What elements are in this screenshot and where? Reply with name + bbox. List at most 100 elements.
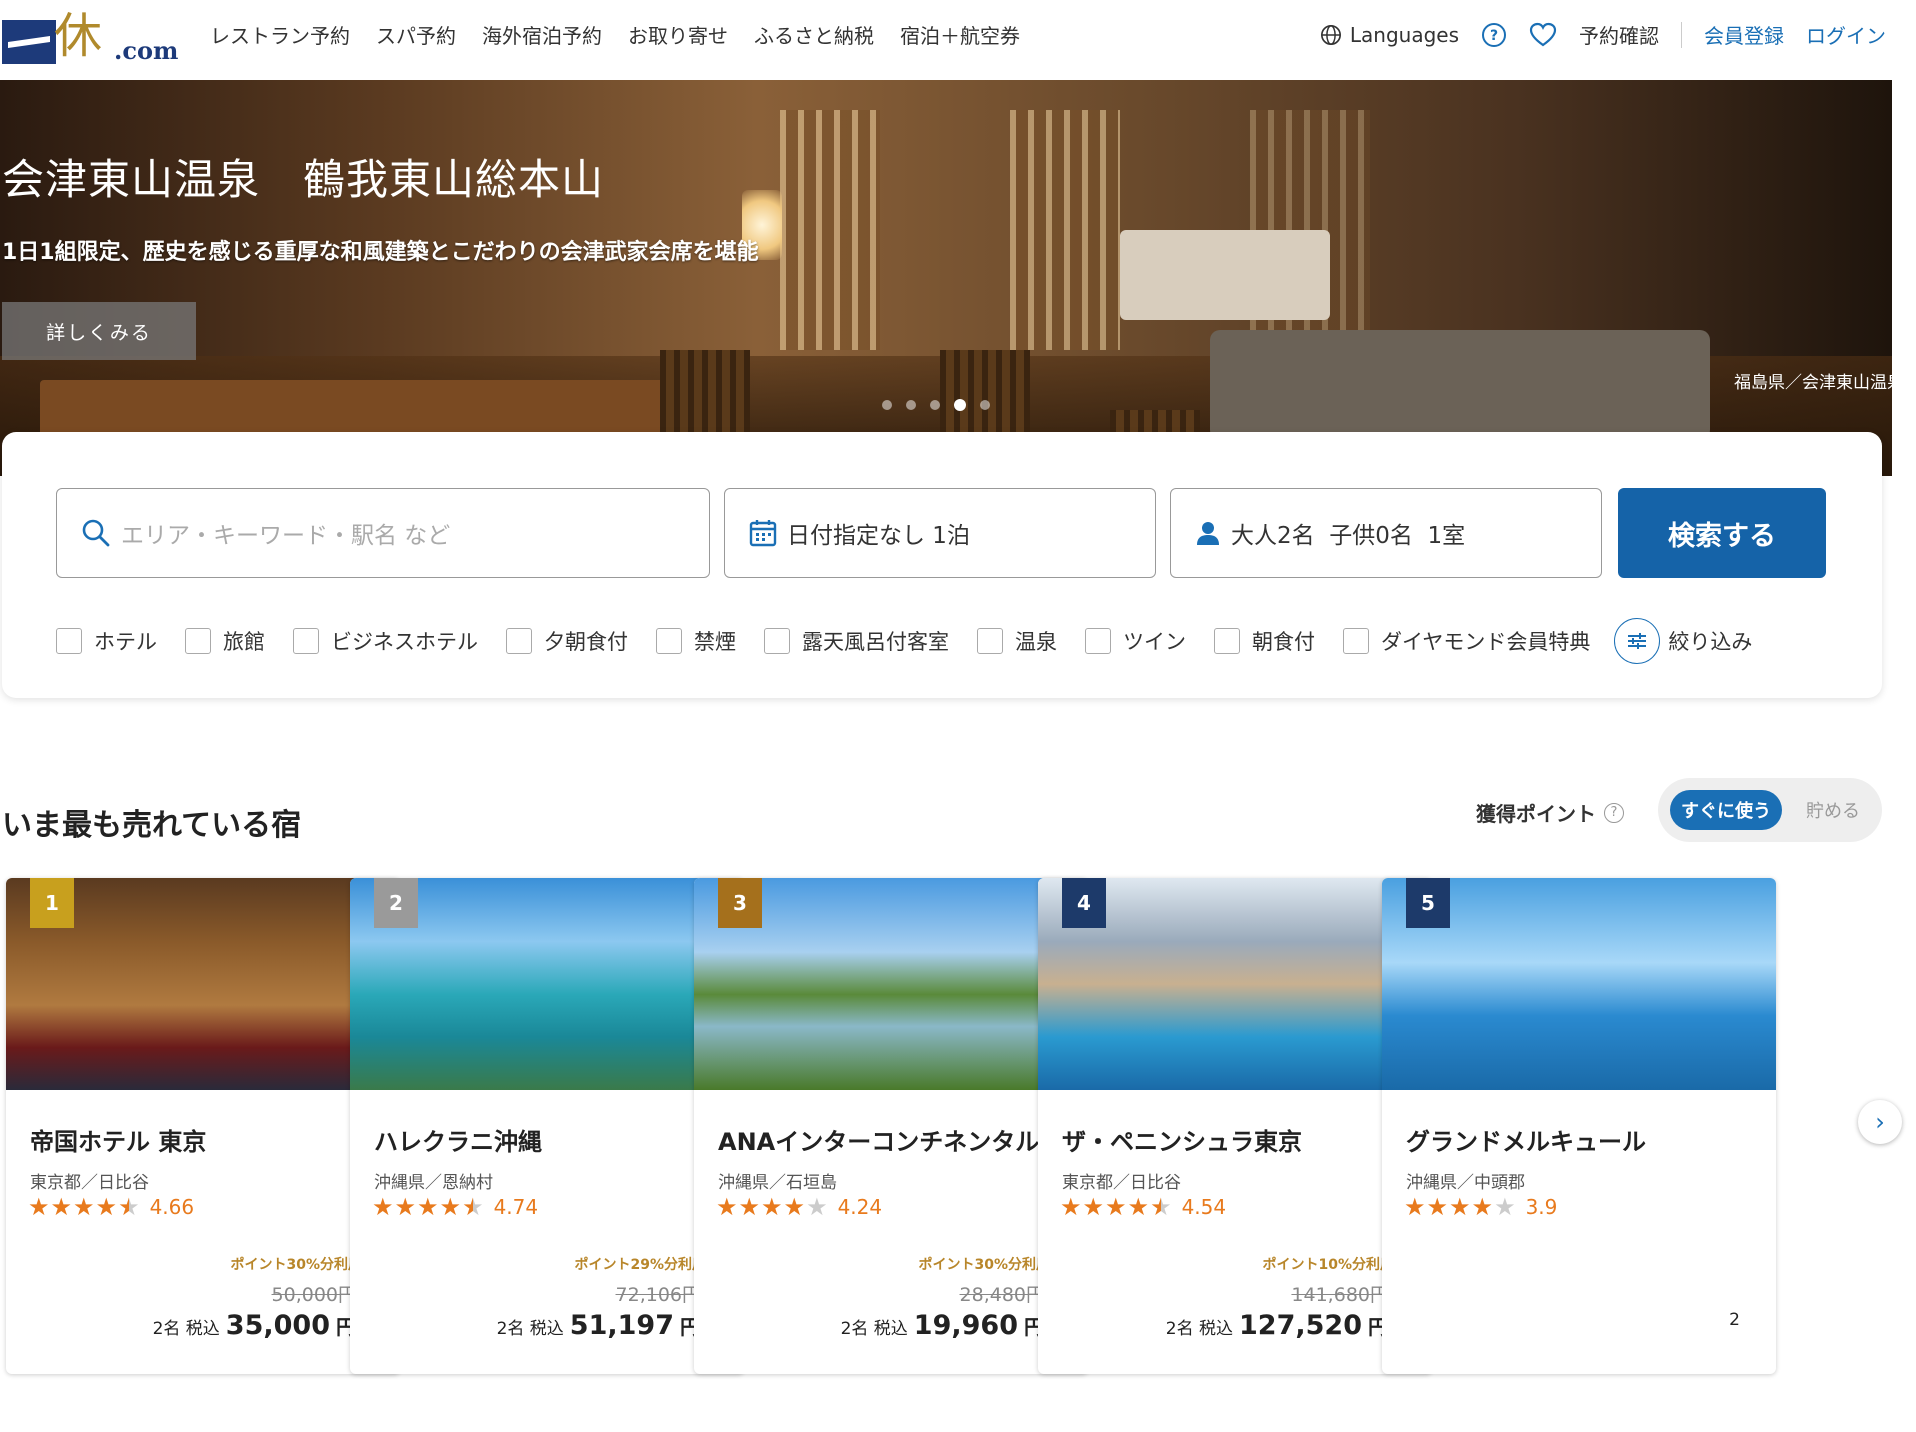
hero-banner[interactable] [0, 80, 1892, 476]
checkbox-box[interactable] [185, 628, 211, 654]
nav-overseas[interactable]: 海外宿泊予約 [482, 20, 602, 49]
filter-checkbox[interactable]: ダイヤモンド会員特典 [1343, 626, 1590, 656]
filter-checkbox[interactable]: 旅館 [185, 626, 265, 656]
checkbox-box[interactable] [506, 628, 532, 654]
price-label: 2名 税込 [496, 1319, 564, 1339]
filter-checkbox[interactable]: ビジネスホテル [293, 626, 478, 656]
star-rating: ★ ★ ★ ★ ★ [1404, 1194, 1516, 1220]
rank-badge: 4 [1062, 878, 1106, 928]
keyword-search-input[interactable]: エリア・キーワード・駅名 など [56, 488, 710, 578]
rank-badge: 5 [1406, 878, 1450, 928]
register-link[interactable]: 会員登録 [1704, 20, 1784, 49]
checkbox-box[interactable] [56, 628, 82, 654]
price-label: 2名 税込 [1165, 1319, 1234, 1339]
filter-label: ホテル [94, 630, 157, 654]
hotel-card[interactable]: 4 ザ・ペニンシュラ東京 東京都／日比谷 ★ ★ ★ ★ ★ 4.54 ポイント10%分利用で 14… [1038, 878, 1432, 1374]
filter-label: 温泉 [1015, 630, 1057, 654]
hotel-name[interactable]: グランドメルキュール [1406, 1122, 1756, 1157]
checkbox-box[interactable] [1343, 628, 1369, 654]
hotel-rating: ★ ★ ★ ★ ★ 4.54 [1060, 1194, 1226, 1220]
languages-button[interactable]: Languages [1320, 23, 1459, 47]
carousel-dot[interactable] [906, 400, 916, 410]
nav-hotel-air[interactable]: 宿泊＋航空券 [900, 20, 1020, 49]
filter-checkbox[interactable]: ツイン [1085, 626, 1186, 656]
date-picker-field[interactable]: 日付指定なし 1泊 [724, 488, 1156, 578]
hotel-name[interactable]: ANAインターコンチネンタル石垣リゾート [718, 1122, 1068, 1157]
site-logo[interactable]: 休 .com [2, 6, 178, 66]
search-panel: エリア・キーワード・駅名 など 日付指定なし 1泊 大人2名 子供0名 1室 検… [2, 432, 1882, 698]
hotel-rating: ★ ★ ★ ★ ★ 3.9 [1404, 1194, 1557, 1220]
filter-checkbox[interactable]: 露天風呂付客室 [764, 626, 949, 656]
hotel-name[interactable]: 帝国ホテル 東京 [30, 1122, 380, 1157]
filter-label: 露天風呂付客室 [802, 630, 949, 654]
points-toggle[interactable]: すぐに使う 貯める [1658, 778, 1882, 842]
checkbox-box[interactable] [764, 628, 790, 654]
hero-photo-shoji [1010, 110, 1120, 350]
carousel-dots [882, 399, 990, 411]
checkbox-box[interactable] [1214, 628, 1240, 654]
date-value: 日付指定なし 1泊 [787, 523, 970, 549]
points-help-icon[interactable]: ? [1604, 802, 1624, 823]
filter-checkbox[interactable]: 禁煙 [656, 626, 736, 656]
filter-checkbox[interactable]: 夕朝食付 [506, 626, 628, 656]
sliders-icon [1614, 618, 1661, 664]
star-icon: ★ [1426, 1193, 1449, 1221]
hotel-name[interactable]: ザ・ペニンシュラ東京 [1062, 1122, 1412, 1157]
rating-value: 4.54 [1181, 1195, 1227, 1219]
hotel-card[interactable]: 3ANAインターコンチネンタル石垣リゾート沖縄県／石垣島★★★★★4.24ポイン… [694, 878, 1088, 1374]
narrow-down-button[interactable]: 絞り込み [1614, 618, 1752, 664]
guest-selector-field[interactable]: 大人2名 子供0名 1室 [1170, 488, 1602, 578]
toggle-save[interactable]: 貯める [1798, 790, 1868, 830]
star-icon: ★ [806, 1193, 828, 1221]
search-button[interactable]: 検索する [1618, 488, 1826, 578]
hotel-name[interactable]: ハレクラニ沖縄 [374, 1122, 724, 1157]
star-icon: ★ [28, 1193, 50, 1221]
hotel-card[interactable]: 5 グランドメルキュール 沖縄県／中頭郡 ★ ★ ★ ★ ★ 3.9 2 [1382, 878, 1776, 1374]
main-nav: レストラン予約 スパ予約 海外宿泊予約 お取り寄せ ふるさと納税 宿泊＋航空券 [210, 20, 1020, 49]
filter-checkbox[interactable]: ホテル [56, 626, 157, 656]
checkbox-box[interactable] [977, 628, 1003, 654]
reservation-check-link[interactable]: 予約確認 [1579, 20, 1659, 49]
nav-furusato[interactable]: ふるさと納税 [754, 20, 874, 49]
nav-gourmet[interactable]: お取り寄せ [628, 20, 728, 49]
help-icon[interactable]: ? [1481, 22, 1507, 48]
rating-value: 4.66 [149, 1195, 195, 1219]
filter-label: 夕朝食付 [544, 630, 628, 654]
price: 2名 税込51,197円〜 [497, 1310, 720, 1341]
filter-row: ホテル 旅館 ビジネスホテル 夕朝食付 禁煙 露天風呂付客室 温泉 ツイン 朝食付 ダイヤモンド会… [56, 618, 1752, 664]
carousel-dot[interactable] [954, 399, 966, 411]
checkbox-box[interactable] [1085, 628, 1111, 654]
star-icon: ★ [1105, 1193, 1127, 1221]
filter-label: 禁煙 [694, 630, 736, 654]
price: 2 [1729, 1310, 1752, 1330]
utility-nav: Languages ? 予約確認 会員登録 ログイン [1320, 20, 1886, 49]
checkbox-box[interactable] [656, 628, 682, 654]
hotel-card[interactable]: 2 ハレクラニ沖縄 沖縄県／恩納村 ★ ★ ★ ★ ★ 4.74 ポイント29%分利用で 72,10… [350, 878, 744, 1374]
nav-restaurant[interactable]: レストラン予約 [210, 20, 350, 49]
favorite-heart-icon[interactable] [1529, 22, 1557, 48]
carousel-next-button[interactable]: › [1858, 1100, 1902, 1144]
hotel-card[interactable]: 1 帝国ホテル 東京 東京都／日比谷 ★ ★ ★ ★ ★ 4.66 ポイント30%分利用で 50,0… [6, 878, 400, 1374]
star-icon: ★ [439, 1193, 462, 1221]
carousel-dot[interactable] [980, 400, 990, 410]
hotel-area: 東京都／日比谷 [30, 1173, 149, 1193]
checkbox-box[interactable] [293, 628, 319, 654]
filter-checkbox[interactable]: 温泉 [977, 626, 1057, 656]
star-icon: ★ [1449, 1193, 1471, 1221]
toggle-use-now[interactable]: すぐに使う [1670, 790, 1782, 830]
filter-checkbox[interactable]: 朝食付 [1214, 626, 1315, 656]
hero-detail-button[interactable]: 詳しくみる [2, 302, 196, 360]
svg-text:?: ? [1490, 28, 1498, 44]
site-header: 休 .com レストラン予約 スパ予約 海外宿泊予約 お取り寄せ ふるさと納税 … [0, 0, 1916, 80]
filter-label: 旅館 [223, 630, 265, 654]
price-label: 2名 税込 [152, 1319, 220, 1339]
star-icon: ★ [394, 1193, 417, 1221]
price: 2名 税込127,520円〜 [1166, 1310, 1408, 1341]
hotel-rating: ★ ★ ★ ★ ★ 4.24 [716, 1194, 882, 1220]
price-value: 51,197 [569, 1310, 674, 1341]
hotel-rating: ★ ★ ★ ★ ★ 4.66 [28, 1194, 194, 1220]
nav-spa[interactable]: スパ予約 [376, 20, 456, 49]
login-link[interactable]: ログイン [1806, 20, 1886, 49]
carousel-dot[interactable] [882, 400, 892, 410]
carousel-dot[interactable] [930, 400, 940, 410]
